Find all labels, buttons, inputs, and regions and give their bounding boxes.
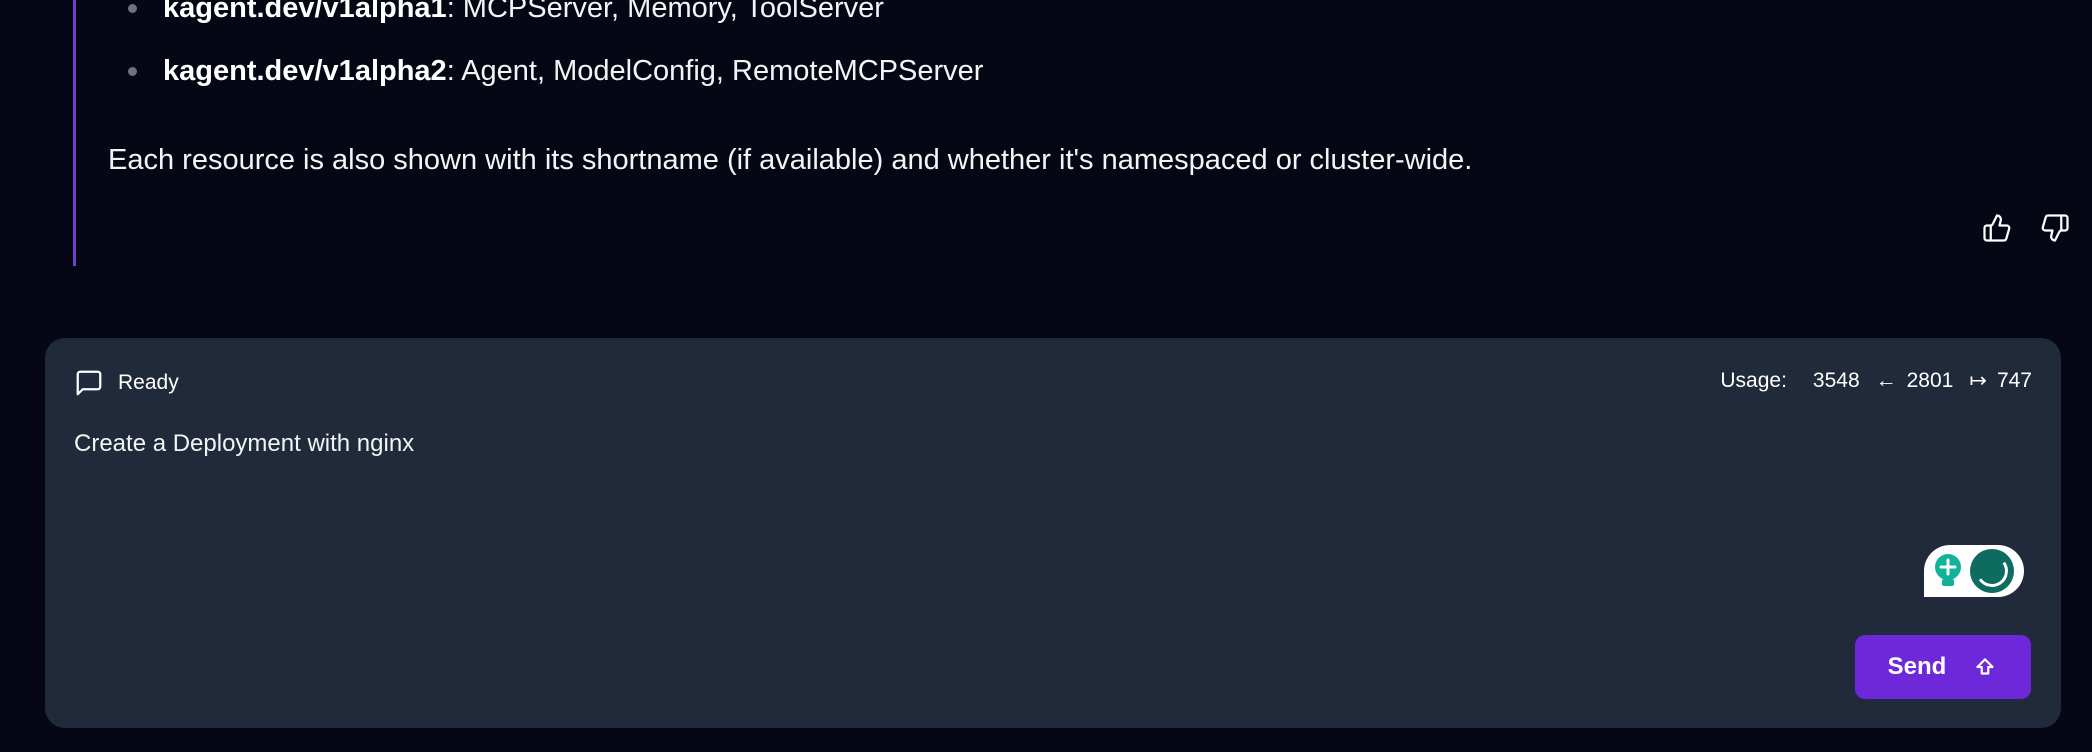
status-indicator: Ready [74,368,179,398]
api-group: kagent.dev/v1alpha1 [163,0,447,24]
thumbs-up-button[interactable] [1979,210,2015,246]
resource-list: kagent.dev/v1alpha1: MCPServer, Memory, … [76,0,983,114]
list-item: kagent.dev/v1alpha1: MCPServer, Memory, … [76,0,983,51]
assistant-widget[interactable] [1924,545,2024,597]
message-square-icon [74,368,104,398]
token-usage: Usage: 3548 ← 2801 ↦ 747 [1720,368,2032,393]
list-item: kagent.dev/v1alpha2: Agent, ModelConfig,… [76,51,983,114]
thumbs-down-button[interactable] [2037,210,2073,246]
thumbs-up-icon [1982,213,2012,243]
assistant-orb-icon [1970,549,2014,593]
arrow-right-to-line-icon: ↦ [1969,368,1987,393]
resource-kinds: : MCPServer, Memory, ToolServer [447,0,884,24]
usage-total: 3548 [1813,369,1860,393]
arrow-up-icon [1972,654,1998,680]
message-summary: Each resource is also shown with its sho… [108,140,1472,180]
thumbs-down-icon [2040,213,2070,243]
usage-output-tokens: 747 [1997,369,2032,393]
usage-label: Usage: [1720,369,1787,393]
bullet [128,4,137,13]
bullet [128,67,137,76]
assistant-message: kagent.dev/v1alpha1: MCPServer, Memory, … [73,0,2016,266]
chat-composer: Ready Usage: 3548 ← 2801 ↦ 747 Create a … [45,338,2061,728]
usage-input-tokens: 2801 [1907,369,1954,393]
send-button[interactable]: Send [1855,635,2031,699]
api-group: kagent.dev/v1alpha2 [163,55,447,87]
status-text: Ready [118,371,179,395]
send-label: Send [1888,653,1947,681]
lightbulb-icon [1930,551,1966,591]
chat-input[interactable]: Create a Deployment with nginx [74,430,414,458]
arrow-left-icon: ← [1876,369,1897,393]
resource-kinds: : Agent, ModelConfig, RemoteMCPServer [447,55,984,87]
